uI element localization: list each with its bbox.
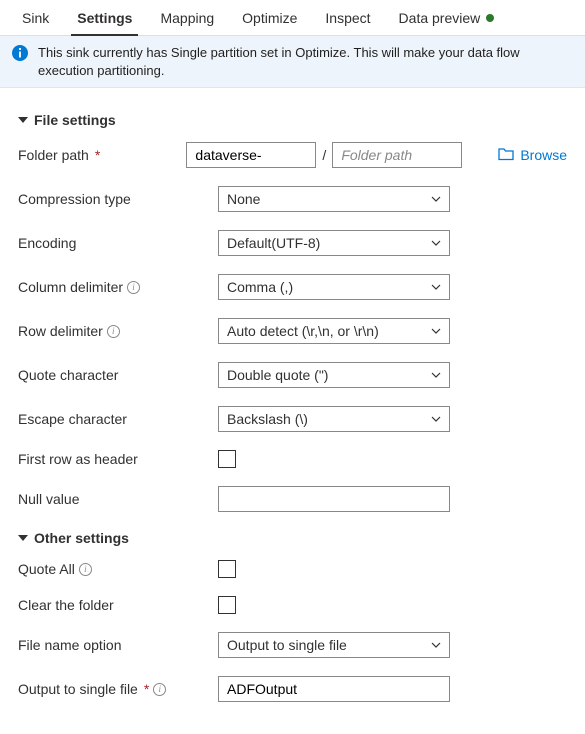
info-icon: i — [127, 281, 140, 294]
chevron-down-icon — [431, 326, 441, 336]
caret-down-icon — [18, 117, 28, 123]
label-encoding: Encoding — [18, 235, 76, 251]
select-value: None — [227, 191, 260, 207]
row-delimiter-select[interactable]: Auto detect (\r,\n, or \r\n) — [218, 318, 450, 344]
escape-character-select[interactable]: Backslash (\) — [218, 406, 450, 432]
browse-label: Browse — [520, 147, 567, 163]
folder-icon — [498, 147, 514, 164]
label-escape-character: Escape character — [18, 411, 127, 427]
label-quote-all: Quote All — [18, 561, 75, 577]
select-value: Comma (,) — [227, 279, 293, 295]
folder-container-input[interactable] — [186, 142, 316, 168]
section-title: File settings — [34, 112, 116, 128]
label-compression: Compression type — [18, 191, 131, 207]
info-bar: This sink currently has Single partition… — [0, 36, 585, 88]
chevron-down-icon — [431, 282, 441, 292]
caret-down-icon — [18, 535, 28, 541]
info-message: This sink currently has Single partition… — [38, 44, 573, 79]
file-name-option-select[interactable]: Output to single file — [218, 632, 450, 658]
tab-label: Optimize — [242, 10, 297, 26]
tab-sink[interactable]: Sink — [8, 0, 63, 35]
section-title: Other settings — [34, 530, 129, 546]
select-value: Backslash (\) — [227, 411, 308, 427]
folder-sub-input[interactable] — [332, 142, 462, 168]
first-row-header-checkbox[interactable] — [218, 450, 236, 468]
chevron-down-icon — [431, 640, 441, 650]
path-separator: / — [322, 147, 326, 163]
compression-select[interactable]: None — [218, 186, 450, 212]
label-column-delimiter: Column delimiter — [18, 279, 123, 295]
required-marker: * — [95, 147, 100, 163]
select-value: Output to single file — [227, 637, 347, 653]
label-file-name-option: File name option — [18, 637, 122, 653]
required-marker: * — [144, 681, 149, 697]
info-icon: i — [153, 683, 166, 696]
column-delimiter-select[interactable]: Comma (,) — [218, 274, 450, 300]
tab-inspect[interactable]: Inspect — [311, 0, 384, 35]
output-single-file-input[interactable] — [218, 676, 450, 702]
info-icon: i — [107, 325, 120, 338]
encoding-select[interactable]: Default(UTF-8) — [218, 230, 450, 256]
select-value: Default(UTF-8) — [227, 235, 320, 251]
tab-settings[interactable]: Settings — [63, 0, 146, 35]
tab-label: Data preview — [399, 10, 481, 26]
label-null-value: Null value — [18, 491, 79, 507]
label-quote-character: Quote character — [18, 367, 118, 383]
select-value: Double quote (") — [227, 367, 328, 383]
tab-data-preview[interactable]: Data preview — [385, 0, 509, 35]
info-icon — [12, 45, 28, 61]
section-other-settings[interactable]: Other settings — [18, 530, 567, 546]
quote-character-select[interactable]: Double quote (") — [218, 362, 450, 388]
tab-label: Mapping — [160, 10, 214, 26]
chevron-down-icon — [431, 414, 441, 424]
label-folder-path: Folder path — [18, 147, 89, 163]
null-value-input[interactable] — [218, 486, 450, 512]
label-row-delimiter: Row delimiter — [18, 323, 103, 339]
label-first-row-header: First row as header — [18, 451, 138, 467]
tab-optimize[interactable]: Optimize — [228, 0, 311, 35]
quote-all-checkbox[interactable] — [218, 560, 236, 578]
chevron-down-icon — [431, 194, 441, 204]
label-clear-folder: Clear the folder — [18, 597, 114, 613]
tab-label: Settings — [77, 10, 132, 26]
tab-bar: Sink Settings Mapping Optimize Inspect D… — [0, 0, 585, 36]
section-file-settings[interactable]: File settings — [18, 112, 567, 128]
tab-label: Sink — [22, 10, 49, 26]
clear-folder-checkbox[interactable] — [218, 596, 236, 614]
browse-button[interactable]: Browse — [498, 147, 567, 164]
select-value: Auto detect (\r,\n, or \r\n) — [227, 323, 379, 339]
info-icon: i — [79, 563, 92, 576]
tab-mapping[interactable]: Mapping — [146, 0, 228, 35]
chevron-down-icon — [431, 238, 441, 248]
label-output-single-file: Output to single file — [18, 681, 138, 697]
status-dot-icon — [486, 14, 494, 22]
tab-label: Inspect — [325, 10, 370, 26]
chevron-down-icon — [431, 370, 441, 380]
